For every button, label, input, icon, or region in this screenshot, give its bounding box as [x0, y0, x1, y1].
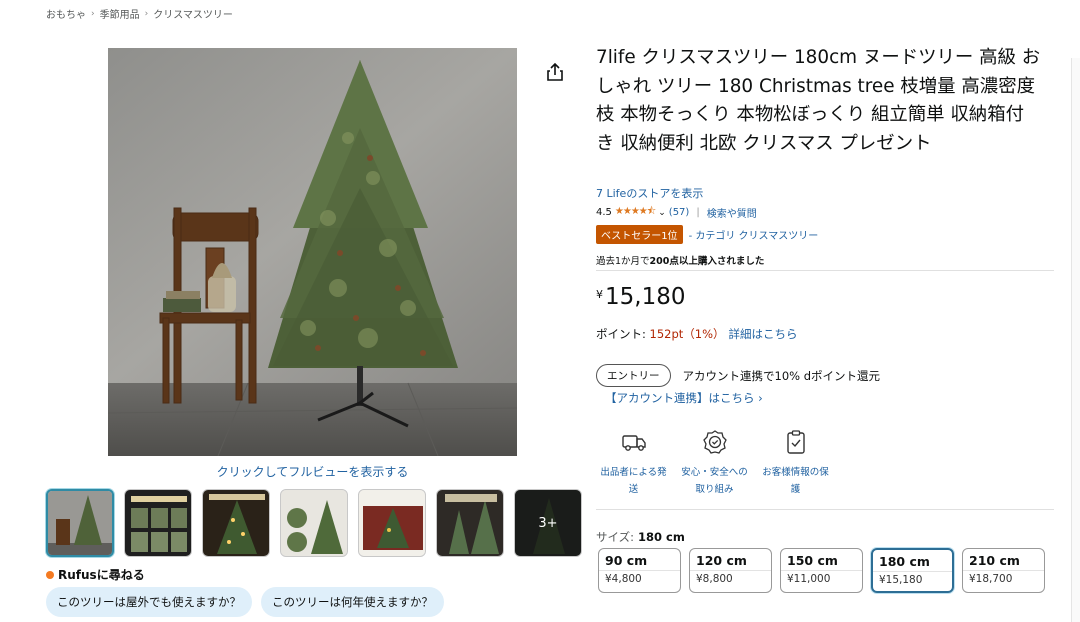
tree-thumbnail-image [48, 491, 112, 555]
points-details-link[interactable]: 詳細はこちら [729, 327, 798, 341]
purchase-count-prefix: 過去1か月で [596, 256, 650, 267]
breadcrumb-item[interactable]: クリスマスツリー [153, 6, 233, 21]
chevron-down-icon[interactable]: ⌄ [658, 208, 666, 218]
feature-seller-shipping[interactable]: 出品者による発送 [596, 428, 671, 498]
entry-row: エントリー アカウント連携で10% dポイント還元 [596, 364, 880, 387]
size-option-150cm[interactable]: 150 cm ¥11,000 [780, 548, 863, 593]
thumbnail-more[interactable]: 3+ [514, 489, 582, 557]
size-option-size: 210 cm [963, 549, 1044, 571]
bestseller-badge[interactable]: ベストセラー1位 [596, 225, 683, 244]
safety-badge-icon [702, 430, 727, 454]
points-value: 152pt（1%） [649, 327, 725, 341]
size-selected-value: 180 cm [638, 530, 685, 544]
size-label: サイズ: 180 cm [596, 529, 685, 545]
size-option-size: 90 cm [599, 549, 680, 571]
thumbnail-strip: 3+ [46, 489, 582, 557]
size-label-text: サイズ: [596, 530, 635, 544]
main-product-image[interactable] [108, 48, 517, 456]
breadcrumb-item[interactable]: おもちゃ [46, 6, 86, 21]
divider [596, 509, 1054, 510]
divider [596, 270, 1054, 271]
rating-value: 4.5 [596, 207, 612, 218]
store-link[interactable]: 7 Lifeのストアを表示 [596, 185, 703, 201]
feature-label: お客様情報の保護 [762, 467, 829, 495]
feature-safety[interactable]: 安心・安全への取り組み [677, 428, 752, 498]
size-comparison-thumbnail-image [437, 490, 503, 556]
qa-link[interactable]: 検索や質問 [707, 205, 757, 220]
size-option-price: ¥4,800 [605, 573, 642, 585]
size-option-210cm[interactable]: 210 cm ¥18,700 [962, 548, 1045, 593]
size-option-180cm[interactable]: 180 cm ¥15,180 [871, 548, 954, 593]
rufus-question-chip[interactable]: このツリーは屋外でも使えますか？ [46, 587, 252, 617]
entry-button[interactable]: エントリー [596, 364, 671, 387]
rufus-label-text: Rufusに尋ねる [58, 568, 145, 582]
size-option-90cm[interactable]: 90 cm ¥4,800 [598, 548, 681, 593]
thumbnail-3[interactable] [202, 489, 270, 557]
share-icon[interactable] [546, 62, 564, 82]
purchase-count: 過去1か月で200点以上購入されました [596, 253, 764, 267]
size-option-120cm[interactable]: 120 cm ¥8,800 [689, 548, 772, 593]
thumbnail-4[interactable] [280, 489, 348, 557]
size-option-price: ¥18,700 [969, 573, 1013, 585]
privacy-clipboard-icon [786, 430, 805, 454]
size-option-size: 180 cm [873, 550, 952, 572]
account-link[interactable]: 【アカウント連携】はこちら › [605, 390, 763, 406]
rating-row: 4.5 ★★★★⯪ ⌄ (57) | 検索や質問 [596, 204, 757, 221]
breadcrumb-separator-icon: › [91, 8, 95, 19]
bestseller-row: ベストセラー1位 - カテゴリ クリスマスツリー [596, 225, 818, 244]
price: ¥ 15,180 [596, 284, 685, 310]
size-option-price: ¥11,000 [787, 573, 831, 585]
scrollbar[interactable] [1071, 58, 1080, 622]
thumbnail-2[interactable] [124, 489, 192, 557]
rufus-question-chips: このツリーは屋外でも使えますか？ このツリーは何年使えますか？ [46, 587, 444, 617]
points-label: ポイント: [596, 327, 650, 341]
size-option-price: ¥15,180 [879, 574, 923, 586]
size-option-size: 150 cm [781, 549, 862, 571]
breadcrumb-separator-icon: › [144, 8, 149, 19]
feature-privacy[interactable]: お客様情報の保護 [758, 428, 833, 498]
detail-thumbnail-image [281, 490, 347, 556]
size-options: 90 cm ¥4,800 120 cm ¥8,800 150 cm ¥11,00… [598, 548, 1045, 593]
rufus-sparkle-icon [46, 570, 54, 579]
feature-label: 安心・安全への取り組み [681, 467, 748, 495]
points-row: ポイント: 152pt（1%） 詳細はこちら [596, 326, 798, 342]
divider: | [696, 207, 700, 218]
feature-label: 出品者による発送 [600, 467, 667, 495]
thumbnail-6[interactable] [436, 489, 504, 557]
thumbnail-1[interactable] [46, 489, 114, 557]
rufus-label[interactable]: Rufusに尋ねる [46, 566, 145, 583]
feature-icons: 出品者による発送 安心・安全への取り組み お客様情報の保護 [596, 428, 833, 498]
rufus-question-chip[interactable]: このツリーは何年使えますか？ [261, 587, 444, 617]
entry-description: アカウント連携で10% dポイント還元 [682, 368, 881, 383]
delivery-truck-icon [621, 435, 646, 451]
size-option-size: 120 cm [690, 549, 771, 571]
star-rating-icon[interactable]: ★★★★⯪ [615, 204, 656, 221]
category-link[interactable]: - カテゴリ クリスマスツリー [689, 227, 819, 242]
breadcrumb-item[interactable]: 季節用品 [100, 6, 140, 21]
price-amount: 15,180 [605, 284, 686, 310]
christmas-tree-photo [108, 48, 517, 456]
purchase-count-value: 200点以上購入されました [649, 256, 765, 267]
fullview-link[interactable]: クリックしてフルビューを表示する [108, 463, 517, 480]
size-option-price: ¥8,800 [696, 573, 733, 585]
currency-symbol: ¥ [596, 288, 603, 301]
more-images-count: 3+ [515, 490, 581, 556]
lit-tree-thumbnail-image [203, 490, 269, 556]
breadcrumb: おもちゃ › 季節用品 › クリスマスツリー [46, 6, 233, 22]
size-chart-thumbnail-image [125, 490, 191, 556]
decorated-tree-thumbnail-image [359, 490, 425, 556]
thumbnail-5[interactable] [358, 489, 426, 557]
product-title: 7life クリスマスツリー 180cm ヌードツリー 高級 おしゃれ ツリー … [596, 47, 1041, 154]
review-count-link[interactable]: (57) [669, 207, 690, 218]
